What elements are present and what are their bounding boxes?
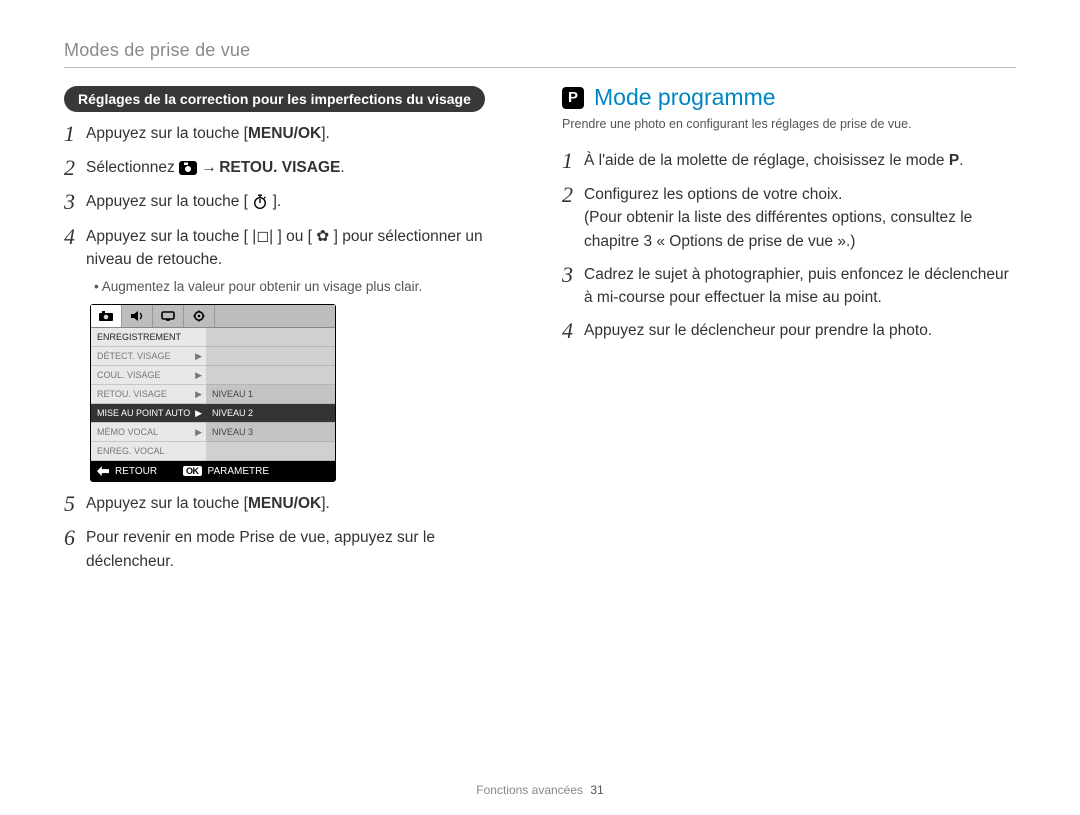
step-text: ]. <box>273 193 282 210</box>
chevron-right-icon: ▶ <box>195 408 202 419</box>
step-text: Pour revenir en mode Prise de vue, appuy… <box>86 526 518 573</box>
page-number: 31 <box>590 783 603 797</box>
step-text: . <box>340 159 344 176</box>
left-column: Réglages de la correction pour les imper… <box>64 86 518 573</box>
camera-icon <box>179 161 197 175</box>
step-2: 2 Configurez les options de votre choix.… <box>562 183 1016 253</box>
lcd-level-item-selected: NIVEAU 2 <box>206 404 335 423</box>
step-text: Appuyez sur la touche [ |◻| ] ou [ ✿ ] p… <box>86 225 518 272</box>
step-1: 1 À l'aide de la molette de réglage, cho… <box>562 149 1016 173</box>
step-4: 4 Appuyez sur la touche [ |◻| ] ou [ ✿ ]… <box>64 225 518 272</box>
step-3: 3 Appuyez sur la touche [ ]. <box>64 190 518 214</box>
timer-icon <box>252 194 268 210</box>
lcd-menu-item: RETOU. VISAGE ▶ <box>91 385 206 404</box>
key-label: MENU/OK <box>248 125 321 142</box>
lcd-footer: RETOUR OK PARAMETRE <box>91 461 335 481</box>
step-4: 4 Appuyez sur le déclencheur pour prendr… <box>562 319 1016 343</box>
section-heading: P Mode programme <box>562 84 1016 111</box>
step-3: 3 Cadrez le sujet à photographier, puis … <box>562 263 1016 310</box>
arrow-icon: → <box>201 159 219 176</box>
lcd-level-spacer <box>206 442 335 461</box>
step-text: Cadrez le sujet à photographier, puis en… <box>584 263 1016 310</box>
lcd-menu-label: ENREG. VOCAL <box>97 446 165 456</box>
step-1: 1 Appuyez sur la touche [MENU/OK]. <box>64 122 518 146</box>
step-text: ]. <box>321 495 330 512</box>
subsection-pill: Réglages de la correction pour les imper… <box>64 86 485 112</box>
lcd-menu-item-selected: MISE AU POINT AUTO ▶ <box>91 404 206 423</box>
step-6: 6 Pour revenir en mode Prise de vue, app… <box>64 526 518 573</box>
chevron-right-icon: ▶ <box>195 351 202 362</box>
step-text: Appuyez sur la touche [ <box>86 193 248 210</box>
chevron-right-icon: ▶ <box>195 427 202 438</box>
lcd-menu-label: MISE AU POINT AUTO <box>97 408 190 418</box>
step-text: Sélectionnez <box>86 159 179 176</box>
step-5: 5 Appuyez sur la touche [MENU/OK]. <box>64 492 518 516</box>
step-number: 3 <box>562 263 584 287</box>
lcd-tabs <box>91 305 335 328</box>
lcd-menu-item: DÉTECT. VISAGE ▶ <box>91 347 206 366</box>
lcd-back-label: RETOUR <box>115 466 157 477</box>
mode-p-icon: P <box>562 87 584 109</box>
lcd-menu-list: ENREGISTREMENT DÉTECT. VISAGE ▶ COUL. VIS… <box>91 328 206 461</box>
heading-text: Mode programme <box>594 84 776 111</box>
step-number: 1 <box>562 149 584 173</box>
step-text: Appuyez sur la touche [ <box>86 495 248 512</box>
lcd-menu-item: COUL. VISAGE ▶ <box>91 366 206 385</box>
step-number: 2 <box>562 183 584 207</box>
lcd-level-list: NIVEAU 1 NIVEAU 2 NIVEAU 3 <box>206 328 335 461</box>
step-2: 2 Sélectionnez → RETOU. VISAGE. <box>64 156 518 180</box>
step-text: Appuyez sur le déclencheur pour prendre … <box>584 319 932 342</box>
lcd-level-item: NIVEAU 1 <box>206 385 335 404</box>
lcd-tab-camera-icon <box>91 305 122 327</box>
chevron-right-icon: ▶ <box>195 389 202 400</box>
lcd-level-item: NIVEAU 3 <box>206 423 335 442</box>
step-number: 5 <box>64 492 86 516</box>
lcd-menu-label: COUL. VISAGE <box>97 370 161 380</box>
lcd-menu-item: ENREGISTREMENT <box>91 328 206 347</box>
lcd-tab-sound-icon <box>122 305 153 327</box>
lcd-menu-item: MÉMO VOCAL ▶ <box>91 423 206 442</box>
footer-section: Fonctions avancées <box>476 783 583 797</box>
step-number: 4 <box>562 319 584 343</box>
step-number: 2 <box>64 156 86 180</box>
lcd-menu-label: ENREGISTREMENT <box>97 332 181 342</box>
step-number: 3 <box>64 190 86 214</box>
camera-lcd: ENREGISTREMENT DÉTECT. VISAGE ▶ COUL. VIS… <box>90 304 336 482</box>
note-bullet: Augmentez la valeur pour obtenir un visa… <box>94 279 518 294</box>
lcd-tab-settings-icon <box>184 305 215 327</box>
menu-label: RETOU. VISAGE <box>219 159 340 176</box>
step-number: 6 <box>64 526 86 550</box>
back-arrow-icon <box>97 466 109 476</box>
lcd-level-spacer <box>206 328 335 347</box>
step-text: Configurez les options de votre choix. (… <box>584 183 1016 253</box>
chevron-right-icon: ▶ <box>195 370 202 381</box>
mode-p-glyph: P <box>949 149 959 172</box>
lcd-ok-badge: OK <box>183 466 202 476</box>
page-section-header: Modes de prise de vue <box>64 40 1016 68</box>
key-label: MENU/OK <box>248 495 321 512</box>
lcd-menu-label: RETOU. VISAGE <box>97 389 167 399</box>
step-number: 1 <box>64 122 86 146</box>
step-number: 4 <box>64 225 86 249</box>
step-text: Appuyez sur la touche [ <box>86 125 248 142</box>
lcd-set-label: PARAMETRE <box>208 466 270 477</box>
step-text: À l'aide de la molette de réglage, chois… <box>584 152 949 169</box>
heading-subtitle: Prendre une photo en configurant les rég… <box>562 117 1016 131</box>
step-text: . <box>959 152 963 169</box>
lcd-level-spacer <box>206 347 335 366</box>
lcd-menu-label: DÉTECT. VISAGE <box>97 351 171 361</box>
lcd-tab-display-icon <box>153 305 184 327</box>
page-footer: Fonctions avancées 31 <box>0 783 1080 797</box>
lcd-menu-label: MÉMO VOCAL <box>97 427 158 437</box>
step-text: ]. <box>321 125 330 142</box>
lcd-menu-item: ENREG. VOCAL <box>91 442 206 461</box>
right-column: P Mode programme Prendre une photo en co… <box>562 86 1016 573</box>
lcd-level-spacer <box>206 366 335 385</box>
